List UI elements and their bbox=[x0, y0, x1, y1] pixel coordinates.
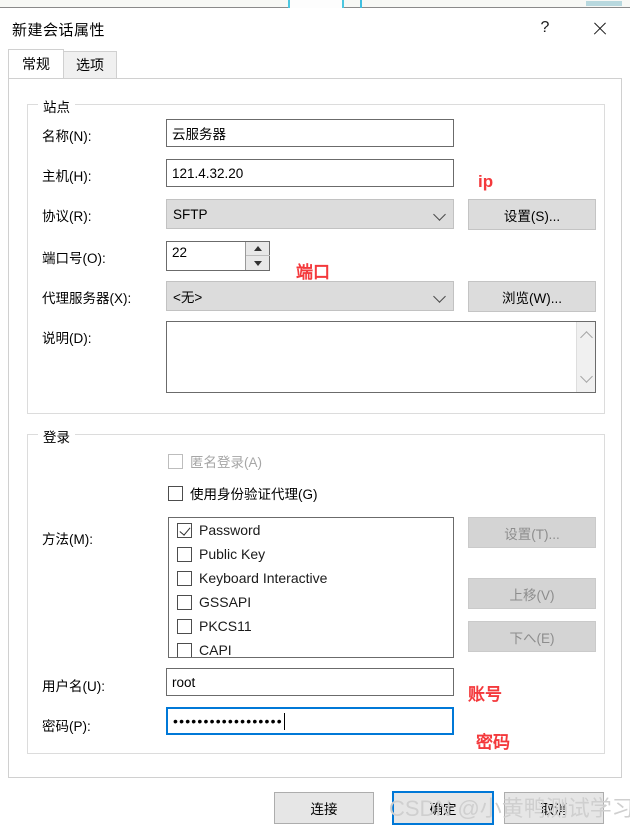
close-icon bbox=[592, 21, 607, 36]
triangle-up-icon bbox=[254, 246, 262, 251]
proxy-label: 代理服务器(X): bbox=[42, 291, 132, 306]
dialog-window: 新建会话属性 ? 常规 选项 站点 名称(N): 主机(H): 协议(R): S… bbox=[0, 0, 630, 835]
use-auth-agent-label: 使用身份验证代理(G) bbox=[190, 487, 318, 502]
checkbox-icon bbox=[168, 453, 183, 469]
move-down-button: 下へ(E) bbox=[468, 621, 596, 652]
background-browser-tab bbox=[288, 0, 622, 8]
checkbox-icon[interactable] bbox=[177, 642, 192, 657]
checkbox-icon[interactable] bbox=[177, 522, 192, 538]
checkbox-icon bbox=[168, 485, 183, 501]
background-tab-glyph bbox=[586, 1, 622, 6]
tab-panel-general: 站点 名称(N): 主机(H): 协议(R): SFTP 设置(S)... 端口… bbox=[8, 78, 622, 778]
background-app-strip bbox=[0, 0, 630, 8]
checkbox-icon[interactable] bbox=[177, 618, 192, 634]
annotation-password: 密码 bbox=[476, 733, 510, 752]
text-cursor bbox=[283, 712, 285, 730]
login-group-title: 登录 bbox=[38, 426, 75, 446]
list-item[interactable]: Keyboard Interactive bbox=[169, 566, 453, 590]
password-masked-value: •••••••••••••••••• bbox=[173, 713, 283, 729]
list-item[interactable]: GSSAPI bbox=[169, 590, 453, 614]
tab-general[interactable]: 常规 bbox=[8, 49, 64, 78]
port-stepper-buttons bbox=[245, 242, 270, 270]
protocol-value: SFTP bbox=[173, 206, 208, 222]
list-item-label: GSSAPI bbox=[199, 594, 252, 610]
checkbox-icon[interactable] bbox=[177, 594, 192, 610]
name-label: 名称(N): bbox=[42, 129, 92, 144]
window-title: 新建会话属性 bbox=[12, 22, 106, 39]
port-stepper[interactable]: 22 bbox=[166, 241, 270, 271]
protocol-label: 协议(R): bbox=[42, 209, 92, 224]
method-settings-button: 设置(T)... bbox=[468, 517, 596, 548]
auth-method-list[interactable]: Password Public Key Keyboard Interactive… bbox=[168, 517, 454, 658]
annotation-ip: ip bbox=[478, 172, 494, 191]
connect-button[interactable]: 连接 bbox=[274, 792, 374, 824]
site-group-title: 站点 bbox=[38, 96, 75, 116]
tab-options[interactable]: 选项 bbox=[63, 51, 117, 78]
ok-button[interactable]: 确定 bbox=[392, 791, 494, 825]
list-item[interactable]: Public Key bbox=[169, 542, 453, 566]
host-input[interactable] bbox=[166, 159, 454, 187]
proxy-browse-button[interactable]: 浏览(W)... bbox=[468, 281, 596, 312]
name-input[interactable] bbox=[166, 119, 454, 147]
list-item-label: Public Key bbox=[199, 546, 266, 562]
port-value: 22 bbox=[172, 245, 188, 260]
checkbox-icon[interactable] bbox=[177, 546, 192, 562]
chevron-down-icon bbox=[433, 290, 446, 303]
triangle-down-icon bbox=[254, 260, 262, 266]
username-label: 用户名(U): bbox=[42, 679, 105, 694]
checkbox-icon[interactable] bbox=[177, 570, 192, 586]
list-item[interactable]: CAPI bbox=[169, 638, 453, 658]
cancel-button[interactable]: 取消 bbox=[504, 792, 604, 824]
list-item-label: CAPI bbox=[199, 642, 232, 658]
list-item-label: PKCS11 bbox=[199, 618, 252, 634]
password-input[interactable]: •••••••••••••••••• bbox=[166, 707, 454, 735]
list-item[interactable]: PKCS11 bbox=[169, 614, 453, 638]
proxy-value: <无> bbox=[173, 290, 203, 305]
list-item[interactable]: Password bbox=[169, 518, 453, 542]
username-input[interactable] bbox=[166, 668, 454, 696]
move-up-button: 上移(V) bbox=[468, 578, 596, 609]
method-label: 方法(M): bbox=[42, 532, 93, 547]
dialog-footer: 连接 确定 取消 bbox=[0, 778, 630, 835]
protocol-combo[interactable]: SFTP bbox=[166, 199, 454, 229]
password-label: 密码(P): bbox=[42, 719, 91, 734]
login-group: 登录 匿名登录(A) 使用身份验证代理(G) 方法(M): Password P… bbox=[27, 426, 605, 754]
chevron-up-icon[interactable] bbox=[580, 331, 593, 344]
list-item-label: Keyboard Interactive bbox=[199, 570, 328, 586]
tab-strip: 常规 选项 bbox=[0, 47, 630, 78]
description-textarea[interactable] bbox=[166, 321, 596, 393]
port-label: 端口号(O): bbox=[42, 251, 106, 266]
title-bar: 新建会话属性 ? bbox=[0, 9, 630, 47]
port-decrement-button[interactable] bbox=[246, 256, 270, 270]
list-item-label: Password bbox=[199, 522, 261, 538]
use-auth-agent-checkbox[interactable]: 使用身份验证代理(G) bbox=[168, 483, 318, 503]
port-increment-button[interactable] bbox=[246, 242, 270, 256]
anonymous-login-label: 匿名登录(A) bbox=[190, 455, 262, 470]
close-button[interactable] bbox=[576, 9, 622, 47]
help-button[interactable]: ? bbox=[522, 9, 568, 47]
chevron-down-icon bbox=[433, 208, 446, 221]
annotation-account: 账号 bbox=[468, 685, 502, 704]
anonymous-login-checkbox: 匿名登录(A) bbox=[168, 451, 262, 471]
proxy-combo[interactable]: <无> bbox=[166, 281, 454, 311]
annotation-port: 端口 bbox=[296, 263, 330, 282]
chevron-down-icon[interactable] bbox=[580, 370, 593, 383]
description-scrollbar[interactable] bbox=[576, 322, 595, 392]
host-label: 主机(H): bbox=[42, 169, 92, 184]
background-cursor-mark bbox=[360, 0, 362, 8]
description-label: 说明(D): bbox=[42, 331, 92, 346]
protocol-settings-button[interactable]: 设置(S)... bbox=[468, 199, 596, 230]
